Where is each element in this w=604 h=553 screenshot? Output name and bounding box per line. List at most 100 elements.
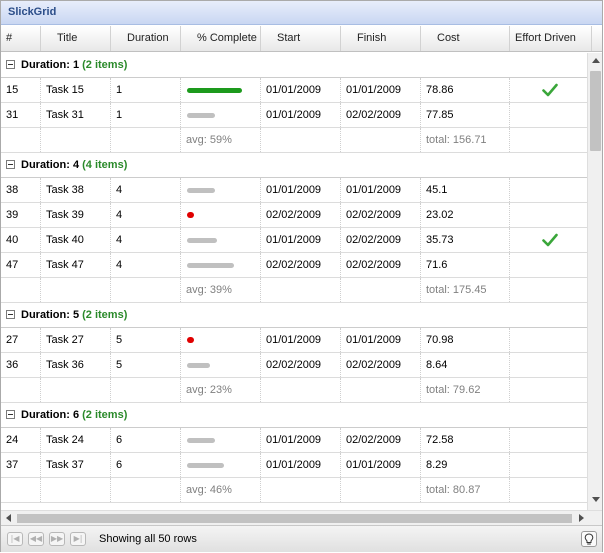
cell-start[interactable]: 01/01/2009 [261,328,341,352]
cell-duration[interactable]: 4 [111,253,181,277]
cell-effort[interactable] [510,103,587,127]
cell-title[interactable]: Task 15 [41,78,111,102]
column-header-effort[interactable]: Effort Driven [510,26,592,51]
cell-start[interactable]: 01/01/2009 [261,428,341,452]
cell-id[interactable]: 40 [1,228,41,252]
horizontal-scroll-thumb[interactable] [17,514,572,523]
next-page-icon[interactable]: ▶▶ [49,532,65,546]
cell-start[interactable]: 01/01/2009 [261,78,341,102]
cell-effort[interactable] [510,203,587,227]
cell-cost[interactable]: 35.73 [421,228,510,252]
cell-effort[interactable] [510,228,587,252]
cell-finish[interactable]: 01/01/2009 [341,178,421,202]
cell-id[interactable]: 24 [1,428,41,452]
last-page-icon[interactable]: ▶| [70,532,86,546]
cell-title[interactable]: Task 38 [41,178,111,202]
cell-cost[interactable]: 70.98 [421,328,510,352]
cell-effort[interactable] [510,453,587,477]
cell-title[interactable]: Task 36 [41,353,111,377]
cell-finish[interactable]: 02/02/2009 [341,203,421,227]
cell-finish[interactable]: 02/02/2009 [341,253,421,277]
cell-id[interactable]: 47 [1,253,41,277]
cell-finish[interactable]: 01/01/2009 [341,453,421,477]
table-row[interactable]: 39 Task 39 4 02/02/2009 02/02/2009 23.02 [1,203,587,228]
scroll-up-arrow-icon[interactable] [592,58,600,63]
vertical-scrollbar[interactable] [587,53,602,510]
cell-duration[interactable]: 5 [111,353,181,377]
grid-viewport[interactable]: Duration: 1 (2 items) 15 Task 15 1 01/01/200… [1,53,587,510]
cell-finish[interactable]: 02/02/2009 [341,353,421,377]
cell-effort[interactable] [510,253,587,277]
group-header-row[interactable]: Duration: 4 (4 items) [1,153,587,178]
cell-id[interactable]: 31 [1,103,41,127]
cell-id[interactable]: 27 [1,328,41,352]
cell-pct[interactable] [181,178,261,202]
cell-pct[interactable] [181,428,261,452]
cell-id[interactable]: 15 [1,78,41,102]
table-row[interactable]: 27 Task 27 5 01/01/2009 01/01/2009 70.98 [1,328,587,353]
column-header-cost[interactable]: Cost [421,26,510,51]
cell-effort[interactable] [510,328,587,352]
cell-finish[interactable]: 01/01/2009 [341,328,421,352]
table-row[interactable]: 38 Task 38 4 01/01/2009 01/01/2009 45.1 [1,178,587,203]
column-header-title[interactable]: Title [41,26,111,51]
cell-start[interactable]: 01/01/2009 [261,453,341,477]
scroll-left-arrow-icon[interactable] [6,514,11,522]
cell-finish[interactable]: 02/02/2009 [341,428,421,452]
collapse-group-icon[interactable] [6,310,15,319]
previous-page-icon[interactable]: ◀◀ [28,532,44,546]
pager-settings-button[interactable] [581,531,597,547]
table-row[interactable]: 47 Task 47 4 02/02/2009 02/02/2009 71.6 [1,253,587,278]
table-row[interactable]: 15 Task 15 1 01/01/2009 01/01/2009 78.86 [1,78,587,103]
cell-effort[interactable] [510,428,587,452]
cell-duration[interactable]: 1 [111,78,181,102]
cell-id[interactable]: 37 [1,453,41,477]
cell-pct[interactable] [181,253,261,277]
table-row[interactable]: 40 Task 40 4 01/01/2009 02/02/2009 35.73 [1,228,587,253]
cell-finish[interactable]: 01/01/2009 [341,78,421,102]
cell-finish[interactable]: 02/02/2009 [341,103,421,127]
collapse-group-icon[interactable] [6,60,15,69]
cell-cost[interactable]: 45.1 [421,178,510,202]
cell-effort[interactable] [510,78,587,102]
cell-cost[interactable]: 78.86 [421,78,510,102]
cell-duration[interactable]: 1 [111,103,181,127]
cell-duration[interactable]: 4 [111,203,181,227]
table-row[interactable]: 36 Task 36 5 02/02/2009 02/02/2009 8.64 [1,353,587,378]
cell-title[interactable]: Task 37 [41,453,111,477]
cell-start[interactable]: 01/01/2009 [261,103,341,127]
cell-title[interactable]: Task 47 [41,253,111,277]
cell-start[interactable]: 02/02/2009 [261,353,341,377]
cell-cost[interactable]: 23.02 [421,203,510,227]
column-header-finish[interactable]: Finish [341,26,421,51]
cell-effort[interactable] [510,178,587,202]
cell-start[interactable]: 02/02/2009 [261,253,341,277]
cell-id[interactable]: 38 [1,178,41,202]
group-header-row[interactable]: Duration: 1 (2 items) [1,53,587,78]
cell-finish[interactable]: 02/02/2009 [341,228,421,252]
cell-title[interactable]: Task 24 [41,428,111,452]
cell-title[interactable]: Task 27 [41,328,111,352]
table-row[interactable]: 31 Task 31 1 01/01/2009 02/02/2009 77.85 [1,103,587,128]
cell-duration[interactable]: 5 [111,328,181,352]
cell-pct[interactable] [181,228,261,252]
cell-title[interactable]: Task 31 [41,103,111,127]
cell-pct[interactable] [181,353,261,377]
cell-id[interactable]: 36 [1,353,41,377]
cell-start[interactable]: 01/01/2009 [261,228,341,252]
cell-pct[interactable] [181,78,261,102]
collapse-group-icon[interactable] [6,410,15,419]
table-row[interactable]: 24 Task 24 6 01/01/2009 02/02/2009 72.58 [1,428,587,453]
vertical-scroll-thumb[interactable] [590,71,601,151]
cell-cost[interactable]: 77.85 [421,103,510,127]
cell-duration[interactable]: 6 [111,428,181,452]
horizontal-scrollbar[interactable] [1,510,602,525]
cell-title[interactable]: Task 39 [41,203,111,227]
cell-effort[interactable] [510,353,587,377]
cell-pct[interactable] [181,328,261,352]
cell-duration[interactable]: 4 [111,228,181,252]
cell-cost[interactable]: 71.6 [421,253,510,277]
cell-cost[interactable]: 8.64 [421,353,510,377]
column-header-id[interactable]: # [1,26,41,51]
collapse-group-icon[interactable] [6,160,15,169]
